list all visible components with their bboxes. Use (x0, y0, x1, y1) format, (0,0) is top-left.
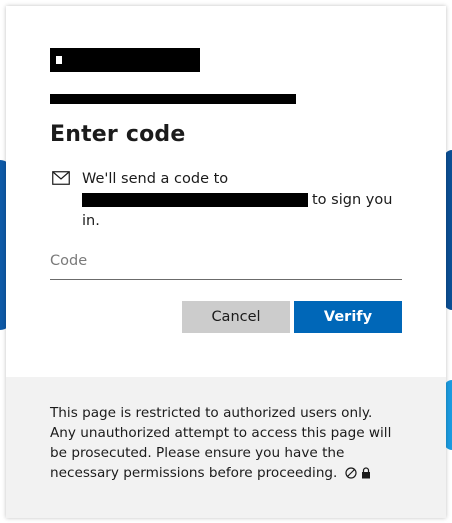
footer-notice-panel: This page is restricted to authorized us… (6, 377, 446, 518)
page-title: Enter code (50, 122, 186, 147)
message-prefix: We'll send a code to (82, 171, 229, 187)
mail-icon (52, 171, 70, 185)
no-entry-icon (345, 467, 357, 479)
cancel-button[interactable]: Cancel (182, 301, 290, 333)
code-input[interactable] (50, 247, 402, 280)
redacted-recipient (82, 193, 308, 207)
code-message: We'll send a code to to sign you in. (82, 169, 402, 232)
sign-in-dialog: Enter code We'll send a code to to sign … (6, 6, 446, 518)
footer-icons (345, 463, 371, 483)
footer-notice: This page is restricted to authorized us… (50, 403, 400, 483)
redacted-account-name (50, 48, 200, 72)
footer-notice-text: This page is restricted to authorized us… (50, 405, 392, 481)
verify-button[interactable]: Verify (294, 301, 402, 333)
redacted-account-email (50, 94, 296, 104)
lock-icon (362, 467, 371, 479)
